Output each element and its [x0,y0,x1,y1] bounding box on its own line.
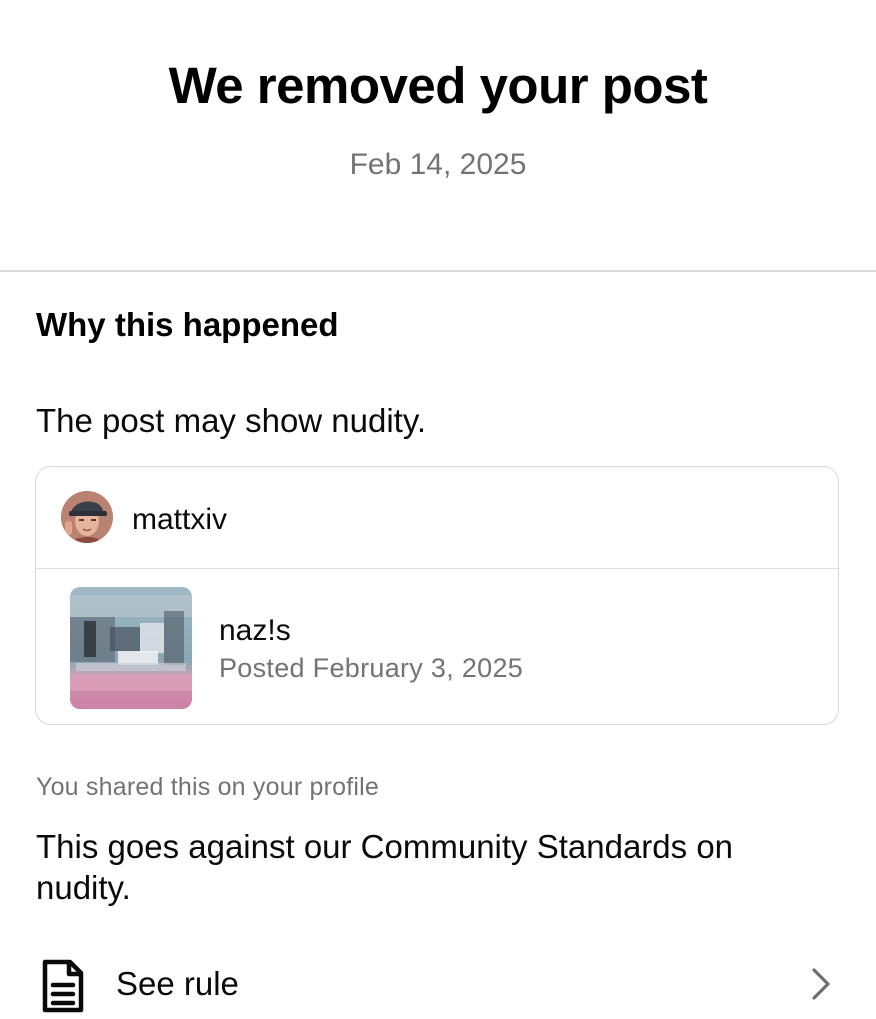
removal-date: Feb 14, 2025 [349,148,527,181]
why-heading: Why this happened [36,306,339,343]
post-card-header: mattxiv [36,467,838,569]
standards-text: This goes against our Community Standard… [36,828,734,906]
page-title: We removed your post [168,57,708,114]
user-avatar [61,491,113,543]
post-card[interactable]: mattxiv naz!s Posted February 3, 2025 [35,466,839,725]
removal-reason: The post may show nudity. [36,402,427,439]
post-caption: naz!s [219,614,291,647]
chevron-right-icon [808,966,834,1002]
post-date: Posted February 3, 2025 [219,653,524,683]
shared-note: You shared this on your profile [36,773,379,801]
see-rule-label: See rule [116,965,239,1002]
page-header: We removed your post Feb 14, 2025 [0,0,876,271]
section-divider [0,270,876,272]
post-username: mattxiv [132,503,228,536]
see-rule-button[interactable]: See rule [0,948,876,1018]
document-icon [40,958,86,1014]
post-thumbnail [70,587,192,709]
